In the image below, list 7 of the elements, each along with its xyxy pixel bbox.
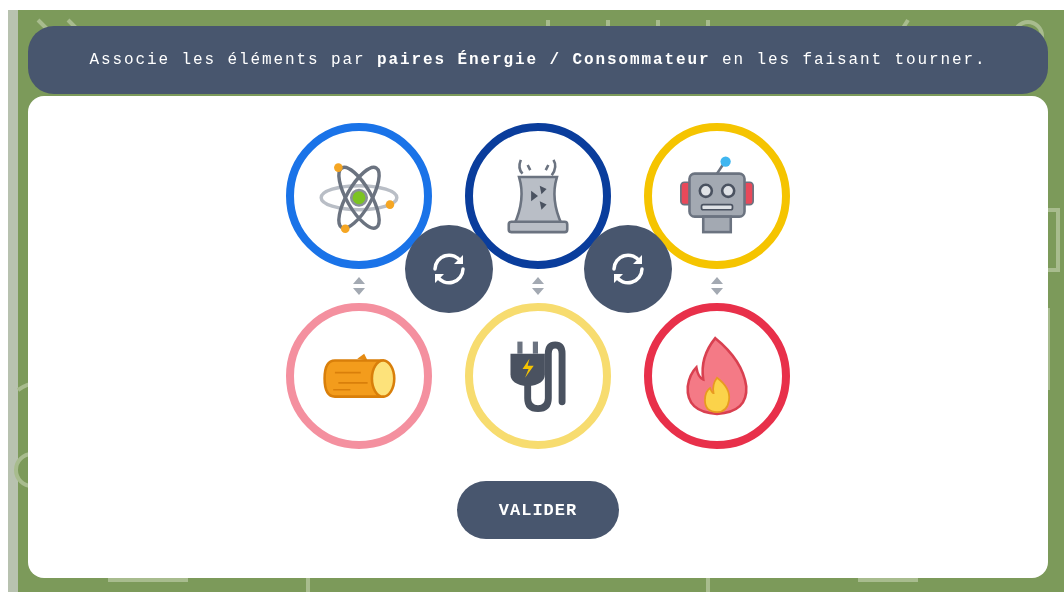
instruction-text: Associe les éléments par paires Énergie / Consommateur en les faisant tourner.	[89, 51, 987, 69]
validate-button[interactable]: VALIDER	[457, 481, 619, 539]
rotate-button[interactable]	[404, 225, 493, 313]
up-down-arrow-icon	[710, 276, 724, 296]
up-down-arrow-icon	[352, 276, 366, 296]
rotate-button[interactable]	[583, 225, 672, 313]
up-down-arrow-icon	[531, 276, 545, 296]
